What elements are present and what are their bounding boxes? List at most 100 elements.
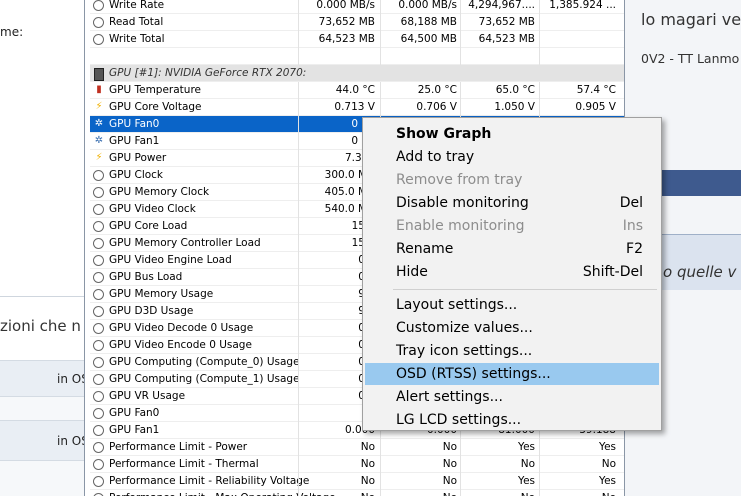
menu-item-label: Disable monitoring (396, 195, 529, 211)
average-value: 57.4 °C (576, 84, 616, 96)
background-band (0, 460, 84, 496)
column-divider (298, 150, 299, 167)
menu-item-layout-settings[interactable]: Layout settings... (365, 294, 659, 316)
sensor-row[interactable]: Read Total 73,652 MB 68,188 MB 73,652 MB (90, 14, 624, 31)
sensor-name: GPU Core Load (109, 220, 188, 232)
column-divider (539, 439, 540, 456)
sensor-row[interactable]: Performance Limit - Max Operating Voltag… (90, 490, 624, 496)
maximum-value: 65.0 °C (495, 84, 535, 96)
gauge-icon (93, 357, 104, 368)
sensor-row[interactable]: Write Rate 0.000 MB/s 0.000 MB/s 4,294,967.… (90, 0, 624, 14)
menu-item-tray-icon-settings[interactable]: Tray icon settings... (365, 340, 659, 362)
gauge-icon (93, 289, 104, 300)
gauge-icon (93, 442, 104, 453)
column-divider (298, 201, 299, 218)
gauge-icon (93, 408, 104, 419)
current-value: No (360, 441, 375, 453)
minimum-value: 0.000 MB/s (398, 0, 457, 11)
column-divider (539, 0, 540, 14)
menu-item-customize-values[interactable]: Customize values... (365, 317, 659, 339)
menu-item-show-graph[interactable]: Show Graph (365, 123, 659, 145)
menu-item-alert-settings[interactable]: Alert settings... (365, 386, 659, 408)
sensor-name: GPU Video Encode 0 Usage (109, 339, 252, 351)
gpu-chip-icon (94, 68, 104, 81)
column-divider (298, 14, 299, 31)
gauge-icon (93, 391, 104, 402)
background-text: lo magari ve (641, 10, 741, 29)
column-divider (380, 0, 381, 14)
sensor-row[interactable]: Write Total 64,523 MB 64,500 MB 64,523 MB (90, 31, 624, 48)
menu-item-label: Alert settings... (396, 389, 503, 405)
column-divider (298, 422, 299, 439)
average-value: Yes (599, 441, 616, 453)
sensor-group-header[interactable]: GPU [#1]: NVIDIA GeForce RTX 2070: (90, 65, 624, 82)
maximum-value: 73,652 MB (478, 16, 535, 28)
background-text: 0V2 - TT Lanmo (641, 51, 740, 66)
average-value: No (601, 458, 616, 470)
menu-item-rename[interactable]: Rename F2 (365, 238, 659, 260)
sensor-row[interactable]: ⚡ GPU Core Voltage 0.713 V 0.706 V 1.050 V 0.… (90, 99, 624, 116)
current-value: 73,652 MB (318, 16, 375, 28)
menu-item-lg-lcd-settings[interactable]: LG LCD settings... (365, 409, 659, 431)
minimum-value: 25.0 °C (417, 84, 457, 96)
column-divider (298, 184, 299, 201)
menu-item-osd-rtss-settings[interactable]: OSD (RTSS) settings... (365, 363, 659, 385)
gauge-icon (93, 459, 104, 470)
menu-item-label: OSD (RTSS) settings... (396, 366, 551, 382)
menu-item-label: Customize values... (396, 320, 533, 336)
menu-item-shortcut: Ins (622, 218, 643, 234)
average-value: 1,385.924 ... (549, 0, 616, 11)
column-divider (298, 82, 299, 99)
column-divider (460, 456, 461, 473)
gauge-icon (93, 17, 104, 28)
gauge-icon (93, 255, 104, 266)
column-divider (298, 167, 299, 184)
menu-item-disable-monitoring[interactable]: Disable monitoring Del (365, 192, 659, 214)
average-value: Yes (599, 475, 616, 487)
sensor-row[interactable]: ▮ GPU Temperature 44.0 °C 25.0 °C 65.0 °C 57.… (90, 82, 624, 99)
sensor-name: GPU [#1]: NVIDIA GeForce RTX 2070: (109, 67, 307, 79)
maximum-value: No (520, 458, 535, 470)
lightning-icon: ⚡ (95, 152, 103, 163)
column-divider (298, 490, 299, 496)
menu-item-hide[interactable]: Hide Shift-Del (365, 261, 659, 283)
menu-item-enable-monitoring: Enable monitoring Ins (365, 215, 659, 237)
maximum-value: 64,523 MB (478, 33, 535, 45)
sensor-row[interactable]: Performance Limit - Power No No Yes Yes (90, 439, 624, 456)
sensor-row[interactable]: Performance Limit - Thermal No No No No (90, 456, 624, 473)
sensor-name: GPU Clock (109, 169, 164, 181)
maximum-value: 4,294,967.... (468, 0, 535, 11)
sensor-name: GPU Memory Usage (109, 288, 214, 300)
current-value: No (360, 458, 375, 470)
average-value: No (542, 492, 616, 496)
sensor-name: GPU Temperature (109, 84, 202, 96)
column-divider (298, 252, 299, 269)
background-page-left: me: zioni che n in OS in OS (0, 0, 84, 496)
gauge-icon (93, 340, 104, 351)
menu-item-label: Hide (396, 264, 428, 280)
menu-item-add-to-tray[interactable]: Add to tray (365, 146, 659, 168)
context-menu: Show Graph Add to tray Remove from tray Dis… (362, 117, 662, 431)
sensor-name: Performance Limit - Power (109, 441, 248, 453)
column-divider (460, 48, 461, 65)
column-divider (539, 48, 540, 65)
menu-item-label: Tray icon settings... (396, 343, 533, 359)
column-divider (298, 354, 299, 371)
column-divider (298, 439, 299, 456)
column-divider (539, 14, 540, 31)
gauge-icon (93, 0, 104, 11)
sensor-name: GPU Memory Clock (109, 186, 210, 198)
background-label: in OS (57, 372, 84, 386)
gauge-icon (93, 323, 104, 334)
sensor-name: GPU Fan0 (109, 118, 160, 130)
menu-item-label: LG LCD settings... (396, 412, 522, 428)
sensor-row[interactable]: Performance Limit - Reliability Voltage N… (90, 473, 624, 490)
gauge-icon (93, 306, 104, 317)
menu-item-label: Add to tray (396, 149, 475, 165)
sensor-row[interactable] (90, 48, 624, 65)
current-value: 64,523 MB (318, 33, 375, 45)
gauge-icon (93, 476, 104, 487)
column-divider (380, 473, 381, 490)
column-divider (298, 303, 299, 320)
minimum-value: No (442, 475, 457, 487)
